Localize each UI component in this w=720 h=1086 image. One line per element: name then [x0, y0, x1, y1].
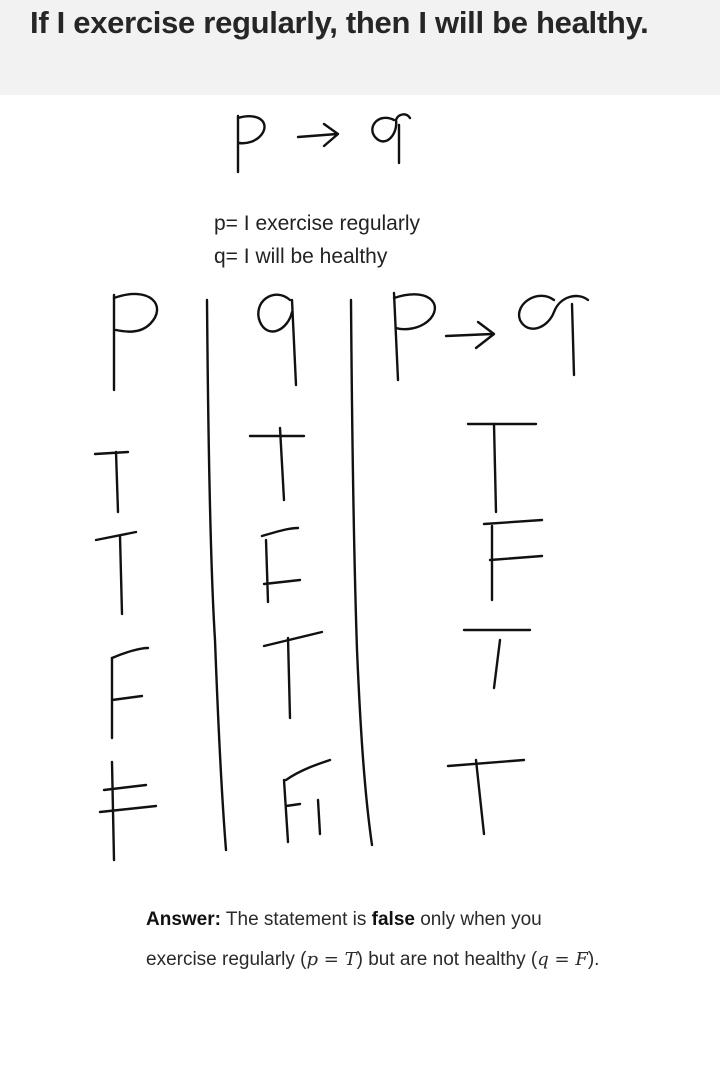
math-condition-p: p = T [306, 949, 357, 970]
answer-bold-word: false [371, 909, 415, 930]
answer-block: Answer: The statement is false only when… [146, 900, 606, 980]
answer-text-3: ) but are not healthy ( [356, 949, 538, 970]
col-q-values [248, 426, 332, 844]
answer-text-4: ). [587, 949, 600, 970]
definition-q: q= I will be healthy [214, 245, 388, 268]
question-text: If I exercise regularly, then I will be … [30, 5, 649, 40]
col-p-values [93, 450, 158, 862]
col-result-values [446, 422, 544, 836]
handwritten-formula [236, 113, 412, 174]
definition-p: p= I exercise regularly [214, 212, 421, 235]
divider-2 [349, 298, 374, 847]
header-q [257, 293, 298, 387]
header-p-implies-q [392, 291, 590, 382]
header-p [112, 292, 159, 392]
variable-definitions: p= I exercise regularly q= I will be hea… [214, 207, 420, 273]
answer-text-1: The statement is [220, 909, 372, 930]
question-banner: If I exercise regularly, then I will be … [0, 0, 720, 95]
math-condition-q: q = F [537, 949, 588, 970]
divider-1 [205, 298, 228, 852]
answer-label: Answer: [146, 909, 221, 930]
